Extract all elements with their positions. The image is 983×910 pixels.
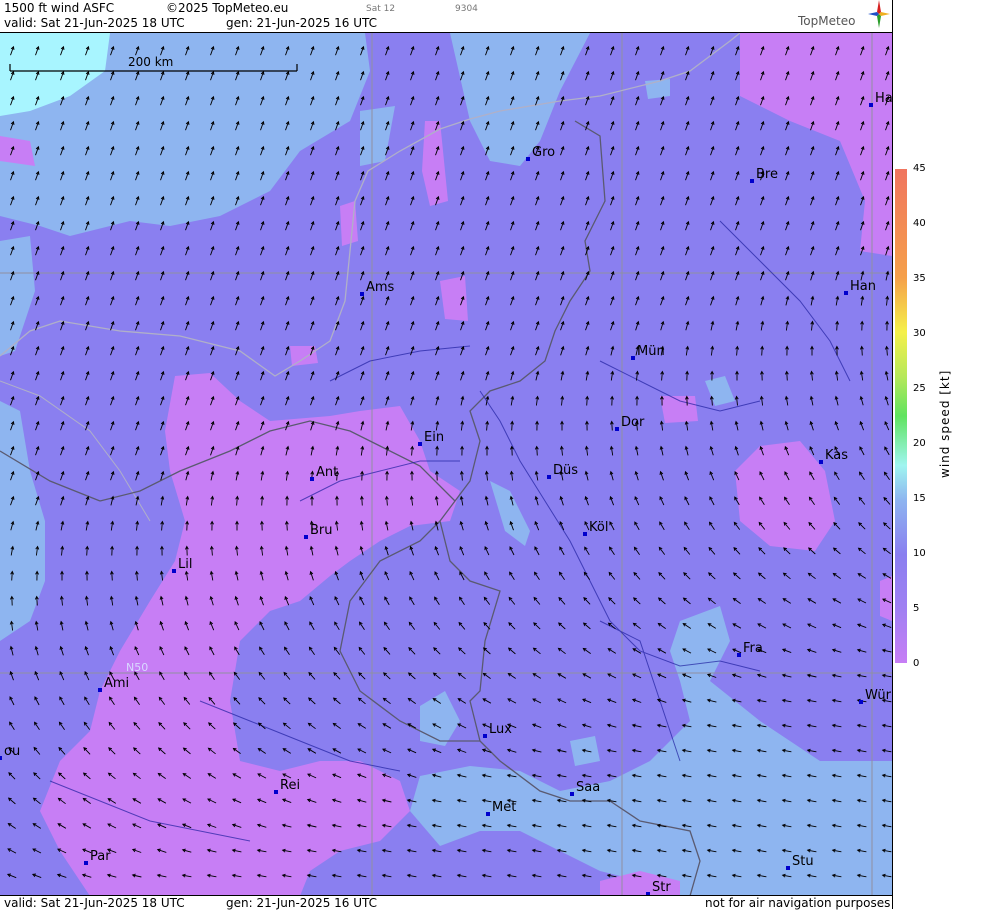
city-dot [310,477,314,481]
city-label: Str [652,880,671,895]
legend-tick-label: 15 [913,493,926,504]
city-label: Saa [576,780,600,795]
city-label: Rei [280,778,300,793]
footer-disclaimer: not for air navigation purposes [705,896,891,910]
city-dot [274,790,278,794]
footer: valid: Sat 21-Jun-2025 18 UTC gen: 21-Ju… [0,895,892,910]
city-marker: ou [0,744,20,760]
city-label: Ams [366,280,395,295]
city-label: Köl [589,520,608,535]
footer-valid-time: valid: Sat 21-Jun-2025 18 UTC [4,896,185,910]
city-dot [304,535,308,539]
city-dot [615,427,619,431]
legend-tick-label: 30 [913,328,926,339]
product-title: 1500 ft wind ASFC [4,1,115,15]
legend-tick-label: 10 [913,548,926,559]
city-label: Dor [621,415,645,430]
city-dot [486,812,490,816]
city-dot [483,734,487,738]
legend-tick-label: 40 [913,218,926,229]
city-dot [737,653,741,657]
city-dot [859,700,863,704]
valid-time: valid: Sat 21-Jun-2025 18 UTC [4,16,185,30]
city-dot [0,756,2,760]
city-dot [819,460,823,464]
footer-generated-time: gen: 21-Jun-2025 16 UTC [226,896,378,910]
city-label: Ha [875,91,892,106]
legend-tick-label: 25 [913,383,926,394]
city-dot [750,179,754,183]
city-label: Lux [489,722,512,737]
city-label: Mün [637,344,665,359]
code-label: 9304 [455,4,478,14]
city-label: Bru [310,523,333,538]
calm-zone-3 [340,201,358,246]
city-dot [418,442,422,446]
city-label: Kas [825,448,848,463]
generated-time: gen: 21-Jun-2025 16 UTC [226,16,378,30]
city-label: Met [492,800,516,815]
city-dot [547,475,551,479]
city-marker: Ams [360,280,395,296]
city-label: Par [90,849,111,864]
run-label: Sat 12 [366,4,396,14]
legend-tick-label: 45 [913,163,926,174]
legend-title: wind speed [kt] [938,369,952,478]
city-dot [172,569,176,573]
header: 1500 ft wind ASFC ©2025 TopMeteo.eu Sat … [0,0,892,32]
city-dot [360,292,364,296]
city-label: Ami [104,676,129,691]
city-dot [98,688,102,692]
logo-text: TopMeteo [798,14,856,28]
city-label: Wür [865,688,892,703]
city-label: Fra [743,641,763,656]
city-label: Ein [424,430,444,445]
city-label: Gro [532,145,555,160]
city-label: Bre [756,167,778,182]
city-dot [869,103,873,107]
city-label: Stu [792,854,814,869]
city-label: Düs [553,463,578,478]
city-dot [570,792,574,796]
city-label: ou [4,744,20,759]
map-canvas: N50 200 km HaGroBreAms HanMünDorEinKasAn… [0,33,892,896]
copyright: ©2025 TopMeteo.eu [166,1,289,15]
wind-map[interactable]: N50 200 km Ha Gro Bre Ams Han Mün Dor Ei… [0,32,892,896]
legend-tick-label: 5 [913,603,920,614]
city-label: Lil [178,557,192,572]
city-label: Ant [316,465,338,480]
city-dot [526,157,530,161]
city-dot [583,532,587,536]
latitude-label: N50 [126,661,148,674]
scale-bar-label: 200 km [128,55,173,69]
legend-color-bar [895,169,907,663]
legend-tick-label: 35 [913,273,926,284]
legend-tick-label: 20 [913,438,926,449]
city-dot [844,291,848,295]
city-dot [631,356,635,360]
city-label: Han [850,279,876,294]
city-marker: Mün [631,344,665,360]
city-dot [786,866,790,870]
legend-tick-label: 0 [913,658,920,669]
city-dot [84,861,88,865]
compass-logo-icon [868,0,890,28]
